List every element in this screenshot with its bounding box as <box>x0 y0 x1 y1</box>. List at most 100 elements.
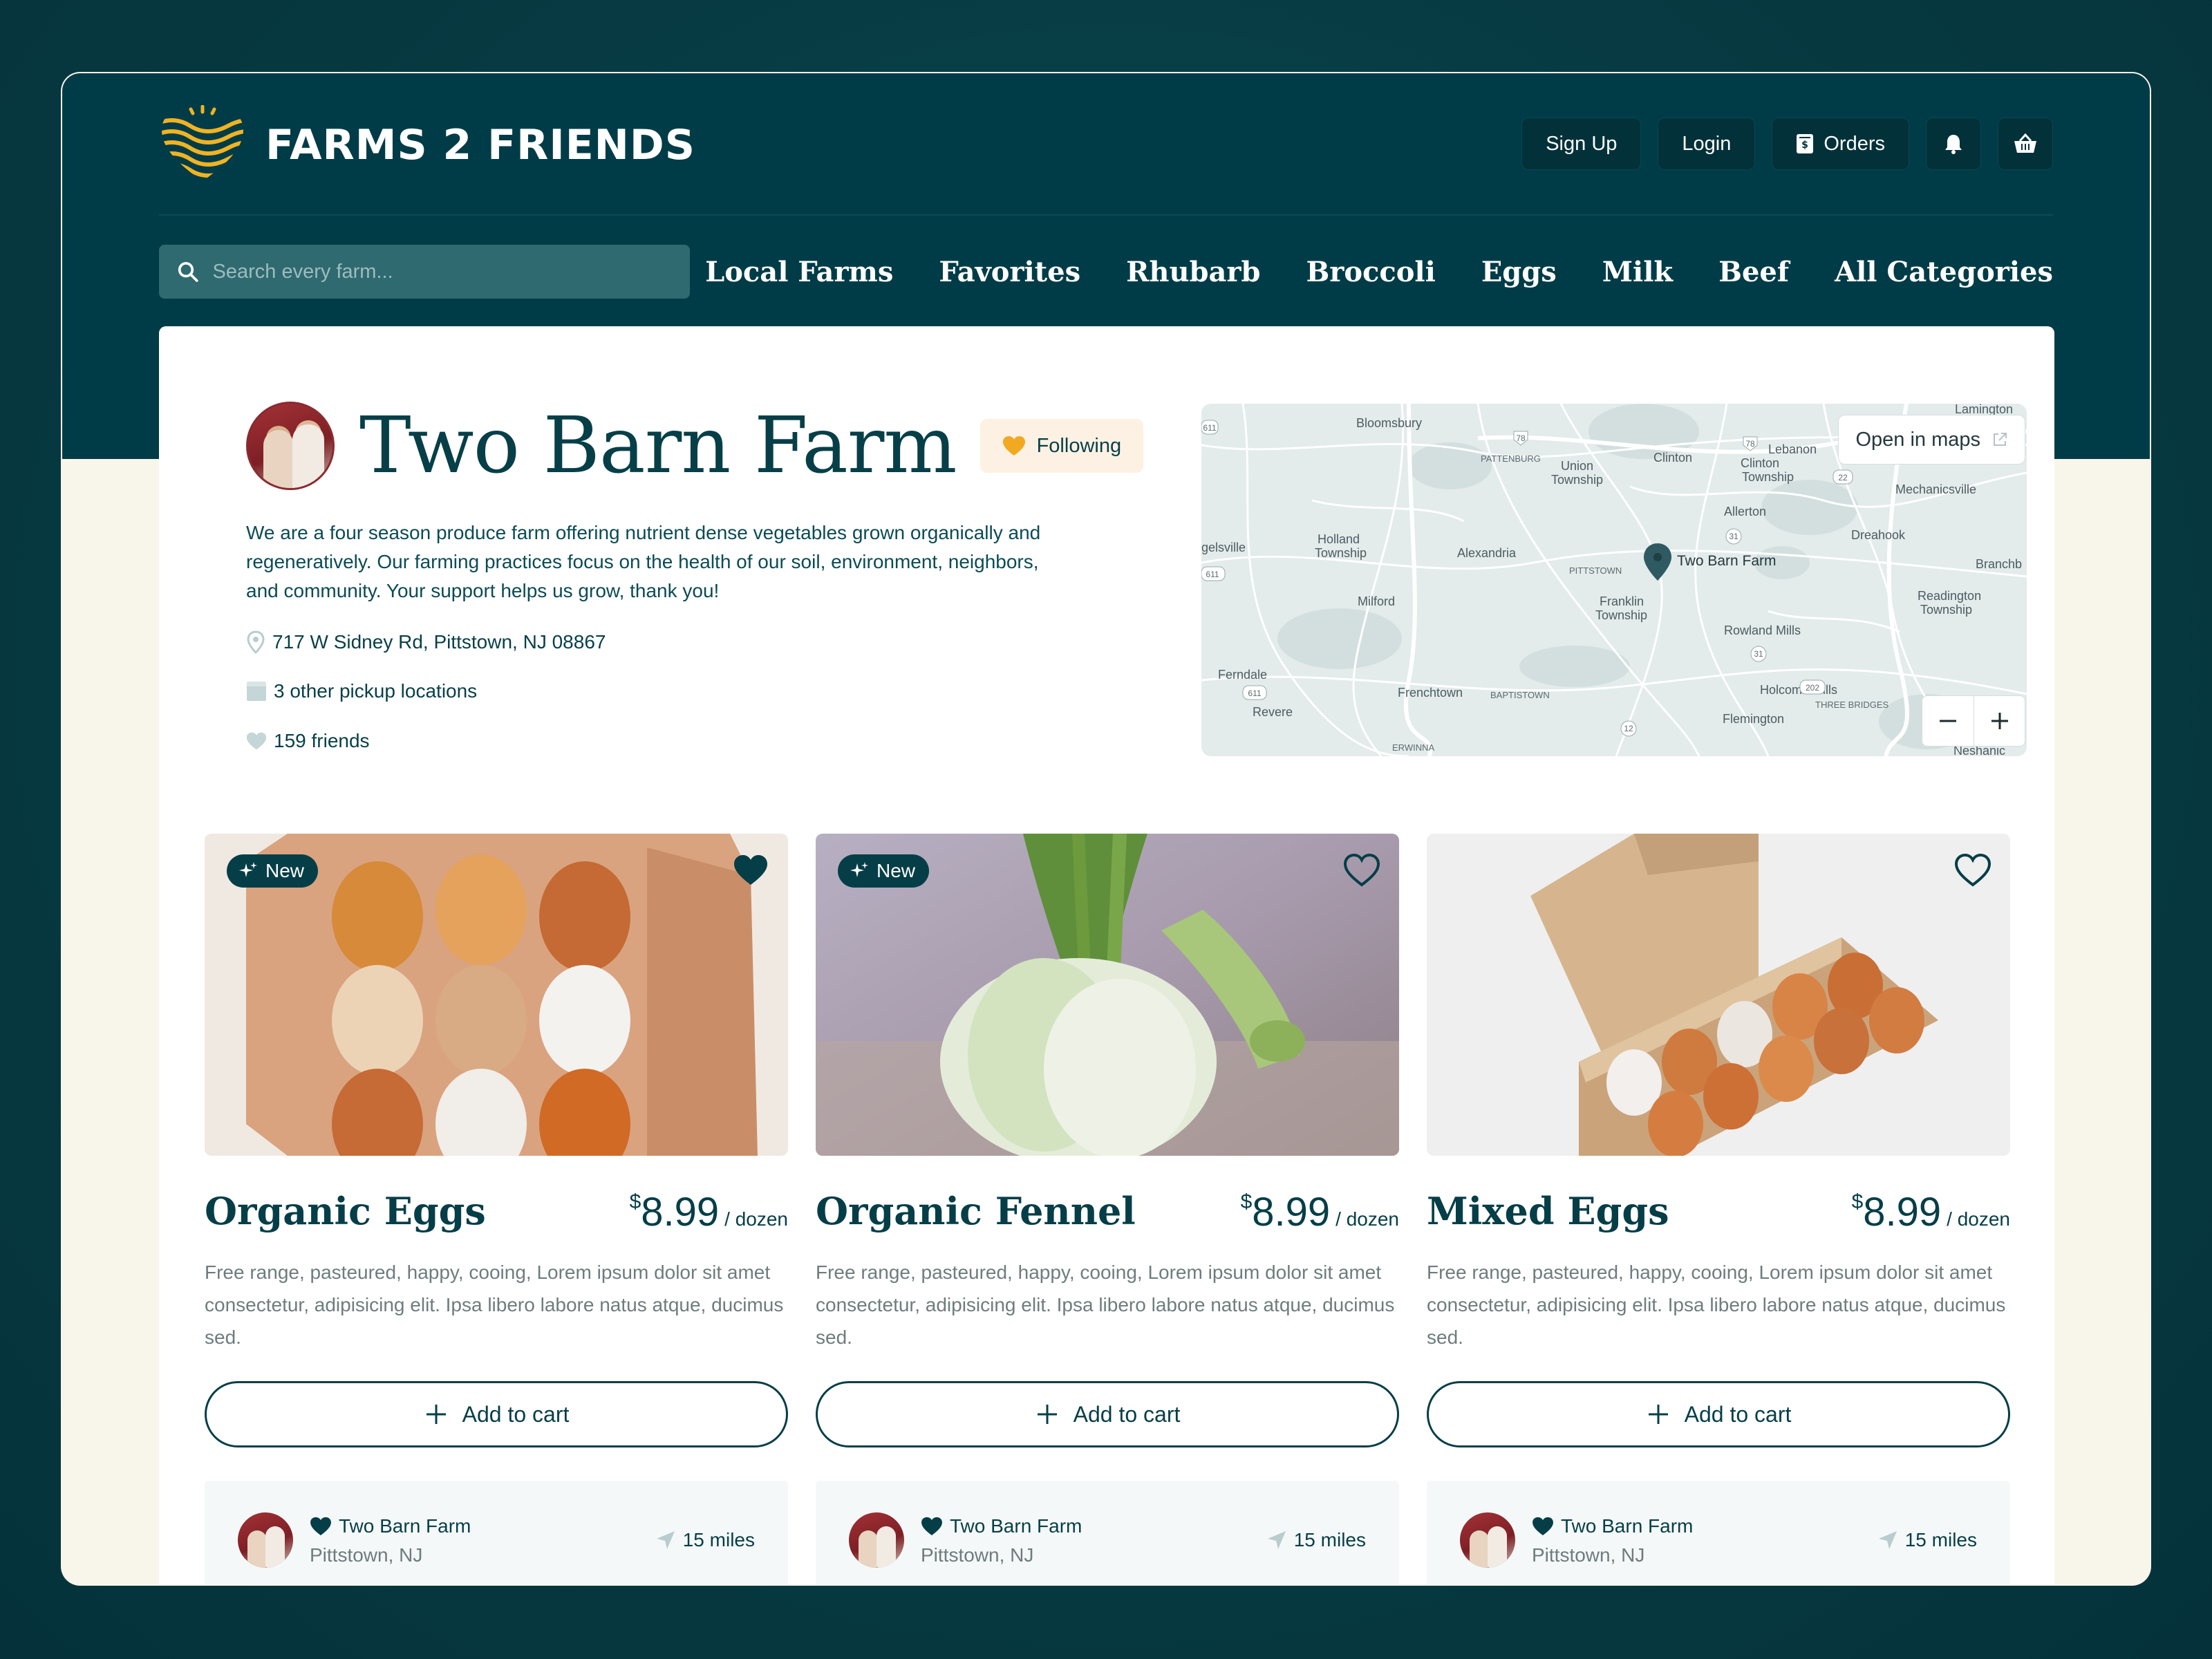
navigation-arrow-icon <box>1267 1531 1286 1549</box>
map-label-franklin: Franklin <box>1600 594 1644 608</box>
map-label-pittstown: PITTSTOWN <box>1569 565 1622 576</box>
price-unit: / dozen <box>724 1208 788 1230</box>
open-in-maps-button[interactable]: Open in maps <box>1838 415 2025 465</box>
map-label-readington: Readington <box>1918 589 1981 603</box>
nav-all-categories[interactable]: All Categories <box>1835 256 2053 288</box>
svg-text:$: $ <box>1801 140 1808 151</box>
location-pin-icon <box>247 630 265 654</box>
map-label-milford: Milford <box>1358 594 1395 608</box>
plus-icon <box>1991 713 2008 729</box>
price-amount: 8.99 <box>1252 1190 1331 1235</box>
product-name[interactable]: Organic Eggs <box>205 1189 486 1233</box>
zoom-out-button[interactable] <box>1922 696 1974 746</box>
login-button[interactable]: Login <box>1658 118 1756 170</box>
add-to-cart-button[interactable]: Add to cart <box>1427 1381 2010 1447</box>
product-name[interactable]: Organic Fennel <box>816 1189 1136 1233</box>
navigation-arrow-icon <box>1878 1531 1897 1549</box>
brand-logo[interactable]: FARMS 2 FRIENDS <box>159 105 695 185</box>
route-shield-31a: 31 <box>1725 528 1742 545</box>
route-shield-611b: 611 <box>1242 685 1267 700</box>
route-shield-22: 22 <box>1833 469 1853 485</box>
category-nav: Local Farms Favorites Rhubarb Broccoli E… <box>705 246 2053 297</box>
map-label-lebanon: Lebanon <box>1768 442 1817 456</box>
heart-filled-icon <box>1533 1517 1553 1536</box>
farm-description: We are a four season produce farm offeri… <box>246 522 1041 601</box>
add-to-cart-button[interactable]: Add to cart <box>205 1381 788 1447</box>
nav-milk[interactable]: Milk <box>1602 256 1673 288</box>
product-card: New Organic Fennel $ 8.99 / dozen Free r… <box>816 834 1399 1584</box>
nav-beef[interactable]: Beef <box>1718 256 1789 288</box>
farm-location: Pittstown, NJ <box>310 1544 423 1566</box>
add-to-cart-button[interactable]: Add to cart <box>816 1381 1399 1447</box>
farm-map[interactable]: Lamington Bloomsbury Lebanon Clinton Cli… <box>1201 404 2027 756</box>
price-currency: $ <box>1851 1190 1864 1213</box>
search-icon <box>178 262 198 282</box>
map-label-union: Union <box>1561 459 1593 473</box>
new-badge-label: New <box>265 860 305 881</box>
map-zoom-controls <box>1922 695 2025 747</box>
sign-up-button[interactable]: Sign Up <box>1521 118 1642 170</box>
farm-name-row: Two Barn Farm <box>1532 1515 1693 1537</box>
new-badge: New <box>227 854 319 888</box>
product-farm-info[interactable]: Two Barn Farm Pittstown, NJ 15 miles <box>816 1481 1399 1584</box>
notifications-button[interactable] <box>1926 118 1981 170</box>
route-shield-202: 202 <box>1799 679 1826 695</box>
product-farm-info[interactable]: Two Barn Farm Pittstown, NJ 15 miles <box>205 1481 788 1584</box>
farm-pickup[interactable]: 3 other pickup locations <box>246 680 477 702</box>
route-shield-12: 12 <box>1620 720 1637 737</box>
nav-broccoli[interactable]: Broccoli <box>1306 256 1435 288</box>
farm-friends[interactable]: 159 friends <box>246 730 370 752</box>
svg-text:12: 12 <box>1624 724 1633 733</box>
svg-text:78: 78 <box>1745 439 1755 449</box>
map-label-dreahook: Dreahook <box>1851 528 1906 542</box>
search-bar[interactable] <box>159 245 690 299</box>
product-description: Free range, pasteured, happy, cooing, Lo… <box>1427 1262 2006 1348</box>
map-label-ferndale: Ferndale <box>1218 668 1267 682</box>
farm-friends-text: 159 friends <box>274 730 370 751</box>
zoom-in-button[interactable] <box>1974 696 2025 746</box>
nav-eggs[interactable]: Eggs <box>1481 256 1557 288</box>
plus-icon <box>426 1405 446 1424</box>
heart-filled-icon <box>310 1517 331 1536</box>
favorite-heart-outline-icon[interactable] <box>1953 852 1992 890</box>
svg-text:611: 611 <box>1203 423 1216 433</box>
price-unit: / dozen <box>1335 1208 1399 1230</box>
favorite-heart-filled-icon[interactable] <box>731 852 770 890</box>
nav-favorites[interactable]: Favorites <box>939 256 1080 288</box>
svg-text:611: 611 <box>1248 688 1261 698</box>
product-name[interactable]: Mixed Eggs <box>1427 1189 1669 1233</box>
map-label-holland: Holland <box>1318 532 1360 546</box>
map-label-clinton-twp-2: Township <box>1742 470 1794 484</box>
map-label-allerton: Allerton <box>1724 505 1766 518</box>
product-image-eggs[interactable]: New <box>205 834 788 1156</box>
open-in-maps-label: Open in maps <box>1855 428 1980 451</box>
product-farm-info[interactable]: Two Barn Farm Pittstown, NJ 15 miles <box>1427 1481 2010 1584</box>
farm-avatar <box>246 402 335 490</box>
product-image-fennel[interactable]: New <box>816 834 1399 1156</box>
search-input[interactable] <box>212 260 672 283</box>
favorite-heart-outline-icon[interactable] <box>1342 852 1381 890</box>
map-marker-label: Two Barn Farm <box>1677 553 1777 569</box>
following-label: Following <box>1036 434 1122 457</box>
map-label-gelsville: gelsville <box>1201 541 1246 554</box>
map-label-three-bridges: THREE BRIDGES <box>1815 700 1889 710</box>
farm-address: 717 W Sidney Rd, Pittstown, NJ 08867 <box>246 630 606 654</box>
map-label-branchburg: Branchb <box>1976 557 2022 571</box>
map-label-holland-twp: Township <box>1315 546 1367 560</box>
nav-rhubarb[interactable]: Rhubarb <box>1126 256 1260 288</box>
map-label-clinton: Clinton <box>1653 451 1692 465</box>
farm-title: Two Barn Farm <box>359 401 957 491</box>
product-image-mixed-eggs[interactable] <box>1427 834 2010 1156</box>
farm-pickup-text: 3 other pickup locations <box>274 680 478 702</box>
nav-local-farms[interactable]: Local Farms <box>705 256 893 288</box>
add-to-cart-label: Add to cart <box>1073 1401 1181 1427</box>
route-shield-611c: 611 <box>1201 420 1219 435</box>
cart-button[interactable] <box>1998 118 2053 170</box>
route-shield-611a: 611 <box>1201 566 1226 581</box>
farm-location: Pittstown, NJ <box>921 1544 1034 1566</box>
following-button[interactable]: Following <box>980 419 1144 473</box>
orders-button[interactable]: $ Orders <box>1772 118 1909 170</box>
farm-name: Two Barn Farm <box>339 1515 471 1537</box>
new-badge: New <box>838 854 930 888</box>
svg-text:611: 611 <box>1206 570 1219 579</box>
